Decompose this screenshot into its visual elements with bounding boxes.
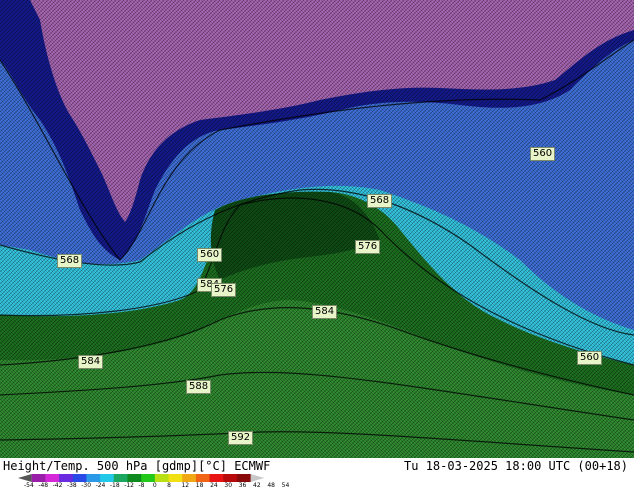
legend-swatch <box>195 474 211 482</box>
legend-swatch <box>100 474 115 482</box>
legend-swatch <box>45 474 60 482</box>
legend-tick-label: -30 <box>81 482 92 489</box>
legend-tick-label: 0 <box>152 482 157 489</box>
legend-tick-label: 36 <box>238 482 247 489</box>
legend-tick-label: -38 <box>66 482 77 489</box>
legend-tick-label: 48 <box>267 482 275 489</box>
map-title: Height/Temp. 500 hPa [gdmp][°C] ECMWF <box>3 459 271 473</box>
legend-tick-label: -48 <box>38 482 49 489</box>
legend-swatch <box>168 474 183 482</box>
contour-label-560-ne: 560 <box>530 147 556 161</box>
legend-swatch <box>141 474 156 482</box>
legend-swatch <box>31 474 46 482</box>
color-legend-bar <box>18 474 265 482</box>
legend-tick-label: -24 <box>95 482 106 489</box>
legend-swatch <box>223 474 238 482</box>
legend-tick-label: 42 <box>253 482 261 489</box>
contour-label-584-center: 584 <box>312 305 338 319</box>
legend-swatch <box>86 474 101 482</box>
contour-label-568-center: 568 <box>367 194 393 208</box>
legend-swatch <box>72 474 87 482</box>
legend-tick-label: -42 <box>52 482 63 489</box>
contour-label-592: 592 <box>228 431 254 445</box>
legend-tick-label: 8 <box>167 482 171 489</box>
legend-swatch <box>59 474 74 482</box>
contour-label-588: 588 <box>186 380 212 394</box>
legend-arrow-left <box>18 474 32 482</box>
map-footer: Height/Temp. 500 hPa [gdmp][°C] ECMWF Tu… <box>0 458 634 490</box>
contour-label-560-west: 560 <box>197 248 223 262</box>
contour-label-568-west: 568 <box>57 254 83 268</box>
legend-tick-label: 12 <box>181 482 190 489</box>
legend-arrow-right <box>250 474 265 482</box>
legend-swatch <box>182 474 197 482</box>
map-canvas <box>0 0 634 458</box>
map-valid-time: Tu 18-03-2025 18:00 UTC (00+18) <box>404 459 628 473</box>
contour-label-584-sw: 584 <box>78 355 104 369</box>
legend-tick-label: -8 <box>138 482 145 489</box>
legend-tick-label: 18 <box>195 482 204 489</box>
legend-swatch <box>236 474 252 482</box>
legend-tick-label: 24 <box>210 482 218 489</box>
contour-label-576-center: 576 <box>355 240 381 254</box>
contour-label-560-se: 560 <box>577 351 603 365</box>
color-legend-ticks: -54 -48 -42 -38 -30 -24 -18 -12 -8 0 8 12 18 24 30 36 42… <box>18 482 298 490</box>
legend-swatch <box>127 474 142 482</box>
contour-label-576-west: 576 <box>211 283 237 297</box>
legend-tick-label: -12 <box>124 482 135 489</box>
legend-tick-label: 30 <box>224 482 233 489</box>
legend-tick-label: -54 <box>24 482 34 489</box>
legend-tick-label: -18 <box>109 482 120 489</box>
weather-map: 560 568 576 568 560 584 576 584 584 588 … <box>0 0 634 490</box>
legend-swatch <box>113 474 128 482</box>
legend-swatch <box>209 474 224 482</box>
legend-swatch <box>154 474 170 482</box>
legend-tick-label: 54 <box>281 482 290 489</box>
